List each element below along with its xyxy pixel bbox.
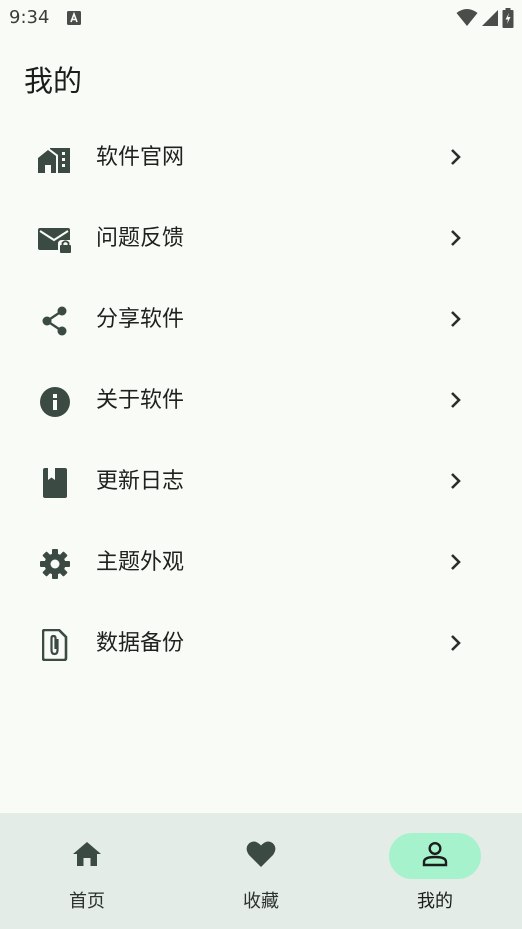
chevron-right-icon [444,308,466,330]
page-title: 我的 [24,64,83,98]
chevron-right-icon [444,146,466,168]
nav-pill [41,833,133,879]
chevron-right-icon [444,551,466,573]
menu-item-share[interactable]: 分享软件 [0,280,522,361]
wifi-icon [456,8,478,32]
menu-item-label: 软件官网 [96,145,185,170]
heart-icon [246,840,276,872]
chevron-right-icon [444,632,466,654]
nav-item-mine[interactable]: 我的 [375,833,495,923]
menu-item-theme[interactable]: 主题外观 [0,523,522,604]
menu-item-backup[interactable]: 数据备份 [0,604,522,685]
menu-item-label: 主题外观 [96,550,185,575]
info-icon [38,385,72,419]
chevron-right-icon [444,470,466,492]
menu-item-website[interactable]: 软件官网 [0,118,522,199]
nav-label: 收藏 [243,891,279,912]
chevron-right-icon [444,227,466,249]
menu-item-changelog[interactable]: 更新日志 [0,442,522,523]
file-attachment-icon [38,628,72,662]
book-icon [38,466,72,500]
menu-item-label: 更新日志 [96,469,185,494]
menu-item-label: 分享软件 [96,307,185,332]
building-icon [38,142,72,176]
nav-item-favorites[interactable]: 收藏 [201,833,321,923]
nav-pill-active [389,833,481,879]
menu-item-feedback[interactable]: 问题反馈 [0,199,522,280]
gear-icon [38,547,72,581]
share-icon [38,304,72,338]
menu-item-label: 关于软件 [96,388,185,413]
menu-list: 软件官网 问题反馈 分享软件 关于软件 更新日志 主题外观 数据备份 [0,118,522,685]
cell-signal-icon [481,9,499,31]
home-icon [72,841,102,871]
notification-a-icon [66,10,82,26]
status-time: 9:34 [9,7,50,28]
battery-charging-icon [502,8,514,32]
nav-pill [215,833,307,879]
mail-lock-icon [38,223,72,257]
nav-label: 我的 [417,891,453,912]
nav-label: 首页 [69,891,105,912]
menu-item-label: 问题反馈 [96,226,185,251]
chevron-right-icon [444,389,466,411]
person-icon [422,841,448,871]
menu-item-label: 数据备份 [96,631,185,656]
bottom-nav: 首页 收藏 我的 [0,813,522,929]
status-bar: 9:34 [0,0,522,36]
status-icons [456,8,514,32]
menu-item-about[interactable]: 关于软件 [0,361,522,442]
nav-item-home[interactable]: 首页 [27,833,147,923]
